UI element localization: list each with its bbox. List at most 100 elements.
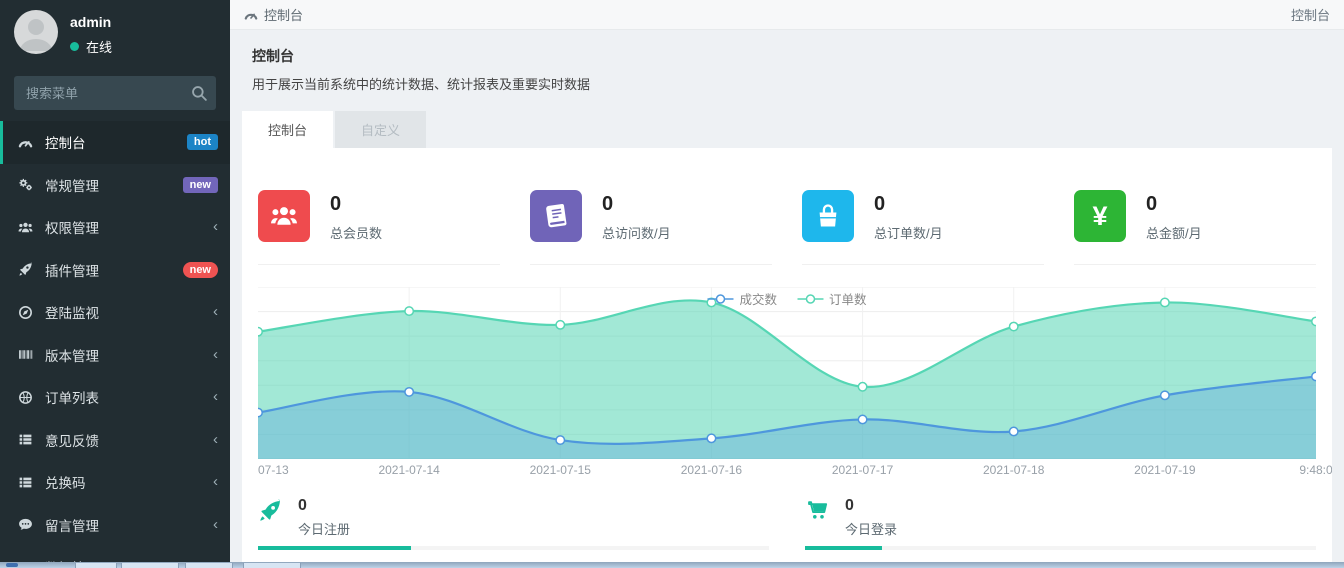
tab-bar: 控制台 自定义 [242, 111, 1332, 148]
taskbar[interactable] [0, 562, 1344, 568]
legend-item[interactable]: 订单数 [797, 289, 867, 308]
bottom-stats: 0 今日注册 [258, 497, 1316, 550]
stat-card-visits: 0 总访问数/月 [530, 168, 772, 265]
stats-row: 0 总会员数 [258, 168, 1316, 265]
stat-card-amount: ¥ 0 总金额/月 [1074, 168, 1316, 265]
x-axis-tick: 2021-07-14 [378, 463, 439, 477]
user-name: admin [70, 14, 112, 30]
sidebar-item-label: 兑换码 [45, 472, 213, 492]
page-title: 控制台 [252, 46, 1322, 66]
online-status-text: 在线 [86, 37, 112, 56]
sphere-icon [18, 390, 36, 405]
legend-label: 成交数 [739, 289, 777, 308]
menu-badge: hot [187, 134, 218, 150]
compass-icon [18, 305, 36, 320]
sidebar-menu: 控制台hot常规管理new权限管理‹插件管理new登陆监视‹版本管理‹订单列表‹… [0, 121, 230, 568]
stat-value: 0 [330, 193, 382, 216]
sidebar-search [14, 76, 216, 110]
dashboard-card: 0 总会员数 [242, 148, 1332, 568]
area-chart [258, 287, 1316, 459]
sidebar-item-order-list[interactable]: 订单列表‹ [0, 376, 230, 419]
sidebar-item-feedback[interactable]: 意见反馈‹ [0, 419, 230, 462]
tab-dashboard[interactable]: 控制台 [242, 111, 333, 148]
users-group-icon [258, 190, 310, 242]
stat-label: 总金额/月 [1146, 223, 1202, 242]
gears-icon [18, 177, 36, 192]
topbar-right-link[interactable]: 控制台 [1291, 5, 1330, 24]
legend-marker-icon [797, 293, 823, 305]
app-window: admin 在线 控制台hot常规管理new权限管理‹插件管理new登陆监视‹版… [0, 0, 1344, 568]
bstat-value: 0 [298, 497, 350, 515]
users-icon [18, 220, 36, 235]
online-status-dot [70, 42, 79, 51]
search-icon[interactable] [191, 85, 207, 101]
sidebar-item-label: 版本管理 [45, 345, 213, 365]
sidebar-item-dashboard[interactable]: 控制台hot [0, 121, 230, 164]
x-axis-tick: 2021-07-16 [681, 463, 742, 477]
list-icon [18, 432, 36, 447]
taskbar-window-button[interactable] [75, 563, 117, 568]
stat-label: 总会员数 [330, 223, 382, 242]
page-head: 控制台 用于展示当前系统中的统计数据、统计报表及重要实时数据 [252, 46, 1322, 93]
today-register-stat: 0 今日注册 [258, 497, 769, 550]
tab-custom[interactable]: 自定义 [335, 111, 426, 148]
sidebar-item-label: 插件管理 [45, 260, 183, 280]
x-axis-tick: 2021-07-17 [832, 463, 893, 477]
sidebar-item-message[interactable]: 留言管理‹ [0, 504, 230, 547]
stat-value: 0 [1146, 193, 1202, 216]
comment-icon [18, 517, 36, 532]
avatar[interactable] [14, 10, 58, 54]
today-login-stat: 0 今日登录 [805, 497, 1316, 550]
bstat-value: 0 [845, 497, 897, 515]
stat-value: 0 [602, 193, 671, 216]
page-description: 用于展示当前系统中的统计数据、统计报表及重要实时数据 [252, 74, 1322, 93]
sidebar-item-version[interactable]: 版本管理‹ [0, 334, 230, 377]
taskbar-window-button[interactable] [121, 563, 179, 568]
cart-icon [805, 497, 831, 538]
book-icon [530, 190, 582, 242]
tachometer-icon [18, 135, 36, 150]
progress-track [805, 546, 1316, 550]
chart-legend: 成交数 订单数 [707, 289, 866, 308]
chevron-left-icon: ‹ [213, 477, 218, 487]
bstat-label: 今日注册 [298, 519, 350, 538]
x-axis-tick: 07-13 [258, 463, 289, 477]
sidebar-item-permission[interactable]: 权限管理‹ [0, 206, 230, 249]
shopping-bag-icon [802, 190, 854, 242]
topbar: 控制台 控制台 [230, 0, 1344, 30]
tachometer-icon [244, 8, 258, 22]
search-input[interactable] [14, 76, 216, 110]
start-button[interactable] [6, 563, 18, 567]
taskbar-window-button[interactable] [185, 563, 233, 568]
chevron-left-icon: ‹ [213, 222, 218, 232]
sidebar-item-redeem-code[interactable]: 兑换码‹ [0, 461, 230, 504]
progress-track [258, 546, 769, 550]
sidebar-item-label: 留言管理 [45, 515, 213, 535]
sidebar-item-label: 订单列表 [45, 387, 213, 407]
person-silhouette-icon [14, 10, 58, 54]
sidebar-item-label: 登陆监视 [45, 302, 213, 322]
stat-value: 0 [874, 193, 943, 216]
trend-chart: 成交数 订单数 07-13 2021-07-14 2021-07-15 2021-07-… [258, 287, 1316, 483]
rocket-icon [258, 497, 284, 538]
sidebar-item-login-monitor[interactable]: 登陆监视‹ [0, 291, 230, 334]
x-axis-tick: 2021-07-18 [983, 463, 1044, 477]
sidebar-item-label: 权限管理 [45, 217, 213, 237]
stat-label: 总订单数/月 [874, 223, 943, 242]
legend-marker-icon [707, 293, 733, 305]
taskbar-window-button[interactable] [243, 563, 301, 568]
yen-icon: ¥ [1074, 190, 1126, 242]
menu-badge: new [183, 262, 218, 278]
x-axis-tick: 2021-07-15 [530, 463, 591, 477]
stat-card-orders: 0 总订单数/月 [802, 168, 1044, 265]
sidebar: admin 在线 控制台hot常规管理new权限管理‹插件管理new登陆监视‹版… [0, 0, 230, 568]
sidebar-item-plugin[interactable]: 插件管理new [0, 249, 230, 292]
bstat-label: 今日登录 [845, 519, 897, 538]
stat-card-members: 0 总会员数 [258, 168, 500, 265]
barcode-icon [18, 347, 36, 362]
chevron-left-icon: ‹ [213, 520, 218, 530]
breadcrumb: 控制台 [244, 5, 303, 24]
sidebar-item-label: 常规管理 [45, 175, 183, 195]
sidebar-item-general[interactable]: 常规管理new [0, 164, 230, 207]
legend-item[interactable]: 成交数 [707, 289, 777, 308]
